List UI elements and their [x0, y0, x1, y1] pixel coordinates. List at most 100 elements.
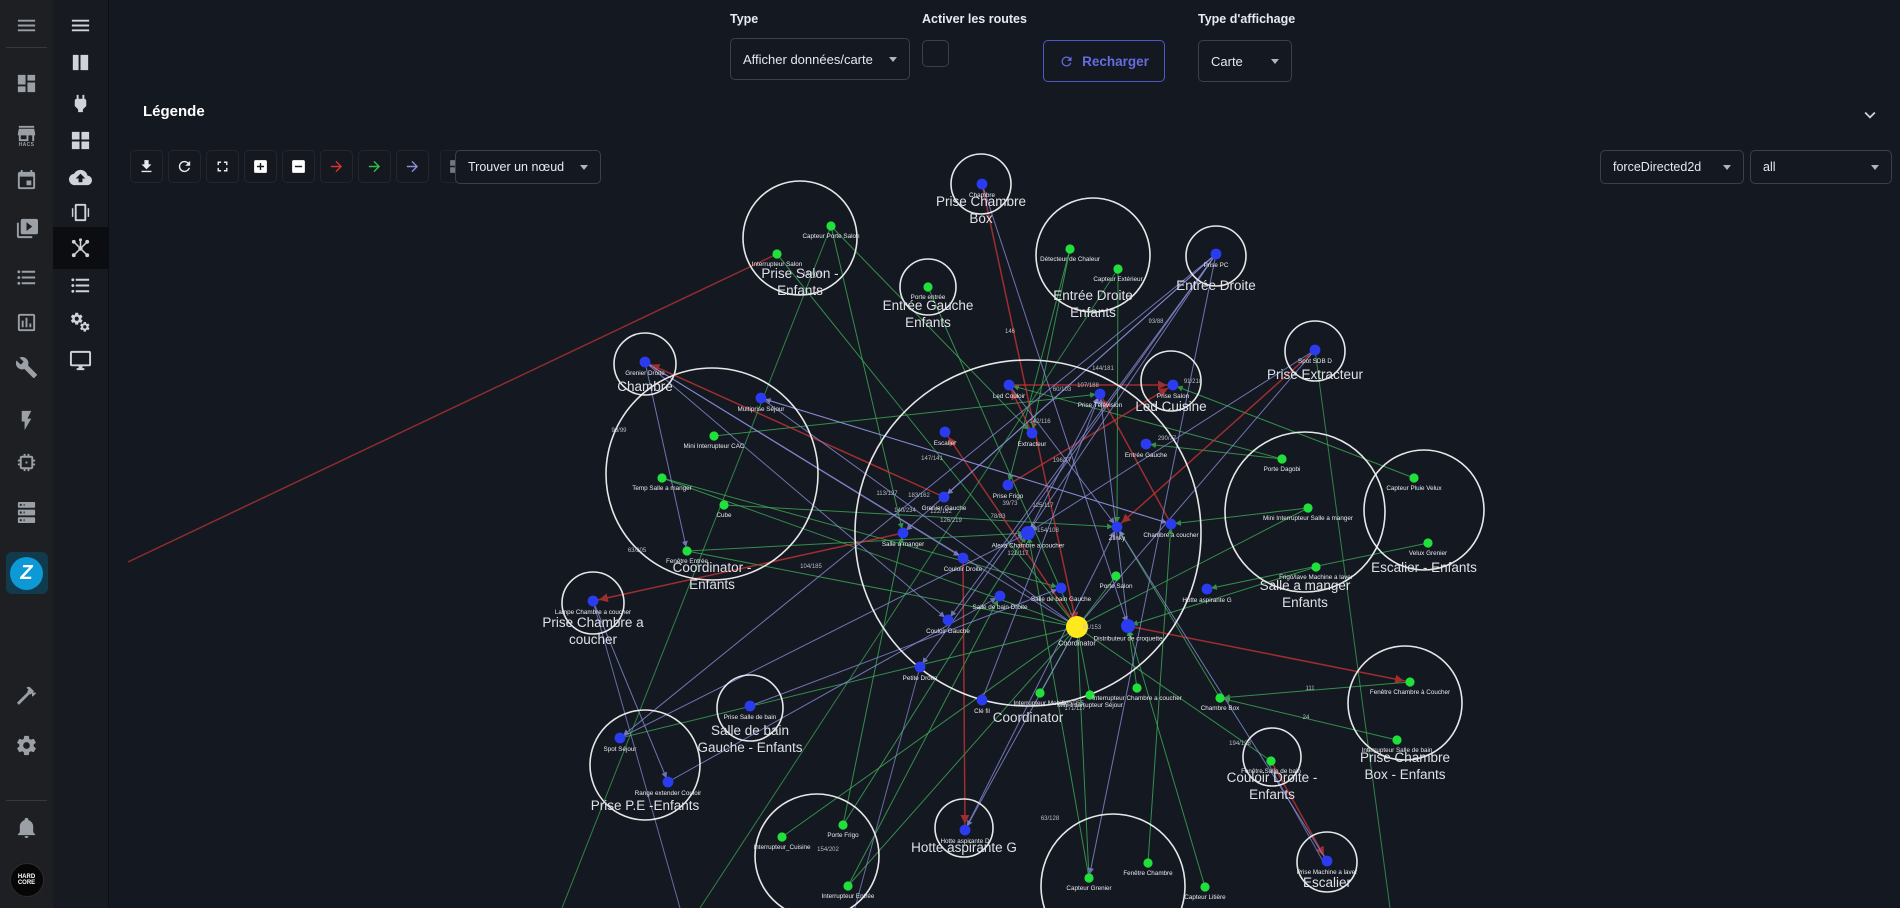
arrow-blue-button[interactable] [396, 150, 429, 183]
graph-node[interactable] [1322, 856, 1333, 867]
graph-node[interactable] [1266, 756, 1275, 765]
graph-node[interactable] [1405, 677, 1414, 686]
graph-node[interactable] [1409, 473, 1418, 482]
display-type-select[interactable]: Carte [1198, 40, 1292, 82]
graph-node[interactable] [943, 615, 954, 626]
graph-node[interactable] [588, 596, 599, 607]
graph-node[interactable] [1168, 380, 1179, 391]
graph-node[interactable] [1095, 389, 1106, 400]
graph-node[interactable] [1310, 345, 1321, 356]
graph-node[interactable] [1277, 454, 1286, 463]
type-select[interactable]: Afficher données/carte [730, 38, 910, 80]
graph-node[interactable] [1211, 249, 1222, 260]
routes-checkbox[interactable] [922, 40, 949, 67]
graph-node[interactable] [756, 393, 767, 404]
sidebar-item-memory[interactable] [7, 442, 47, 482]
graph-node[interactable] [1065, 244, 1074, 253]
sidebar-item-calendar[interactable] [7, 160, 47, 200]
panel-item-plug[interactable] [61, 83, 101, 123]
panel-item-menu[interactable] [61, 5, 101, 45]
download-button[interactable] [130, 150, 163, 183]
graph-node[interactable] [1303, 503, 1312, 512]
graph-node[interactable] [1003, 480, 1014, 491]
graph-node[interactable] [719, 500, 728, 509]
graph-node[interactable] [995, 591, 1006, 602]
panel-item-phone[interactable] [61, 192, 101, 232]
graph-node[interactable] [1084, 873, 1093, 882]
graph-node[interactable] [1111, 571, 1120, 580]
graph-node[interactable] [1200, 882, 1209, 891]
graph-node[interactable] [1215, 693, 1224, 702]
graph-node[interactable] [940, 427, 951, 438]
panel-item-grid4[interactable] [61, 120, 101, 160]
graph-node[interactable] [977, 179, 988, 190]
sidebar-item-store[interactable]: HACS [7, 113, 47, 153]
graph-node[interactable] [1021, 526, 1035, 540]
graph-node[interactable] [1423, 538, 1432, 547]
refresh-button[interactable] [168, 150, 201, 183]
network-graph-canvas[interactable]: Prise ChambreBoxPrise Salon -EnfantsEntr… [109, 0, 1900, 908]
panel-item-hub[interactable] [53, 227, 109, 269]
graph-node[interactable] [772, 249, 781, 258]
graph-node[interactable] [615, 733, 626, 744]
graph-node[interactable] [1392, 735, 1401, 744]
graph-node[interactable] [1004, 380, 1015, 391]
graph-node[interactable] [958, 553, 969, 564]
panel-item-cogs[interactable] [61, 302, 101, 342]
panel-item-listbul[interactable] [61, 265, 101, 305]
panel-item-monitor[interactable] [61, 340, 101, 380]
sidebar-item-hammer[interactable] [7, 675, 47, 715]
graph-node[interactable] [709, 431, 718, 440]
arrow-red-button[interactable] [320, 150, 353, 183]
sidebar-item-media[interactable] [7, 208, 47, 248]
sidebar-item-avatar[interactable]: HARDCORE [7, 860, 47, 900]
graph-node[interactable] [1202, 584, 1213, 595]
panel-item-cloudup[interactable] [61, 157, 101, 197]
panel-item-cols[interactable] [61, 42, 101, 82]
graph-node[interactable] [1141, 439, 1152, 450]
graph-node[interactable] [1143, 858, 1152, 867]
sidebar-item-z2m[interactable]: Z [6, 552, 48, 594]
graph-node[interactable] [1027, 428, 1038, 439]
arrow-green-button[interactable] [358, 150, 391, 183]
sidebar-item-wrench[interactable] [7, 347, 47, 387]
graph-node[interactable] [977, 695, 988, 706]
sidebar-item-bolt[interactable] [7, 400, 47, 440]
find-node-select[interactable]: Trouver un nœud [455, 150, 601, 184]
graph-node[interactable] [1112, 522, 1123, 533]
graph-node[interactable] [745, 701, 756, 712]
layout-select[interactable]: forceDirected2d [1600, 150, 1744, 184]
fullscreen-button[interactable] [206, 150, 239, 183]
zoom-out-button[interactable] [282, 150, 315, 183]
graph-node[interactable] [960, 825, 971, 836]
graph-node[interactable] [923, 282, 932, 291]
graph-node[interactable] [1056, 583, 1067, 594]
sidebar-item-server[interactable] [7, 492, 47, 532]
zoom-in-button[interactable] [244, 150, 277, 183]
graph-node[interactable] [777, 832, 786, 841]
graph-node[interactable] [843, 881, 852, 890]
sidebar-item-dashboard[interactable] [7, 63, 47, 103]
graph-node[interactable] [898, 528, 909, 539]
graph-node[interactable] [663, 777, 674, 788]
graph-node[interactable] [1035, 688, 1044, 697]
sidebar-item-menu[interactable] [7, 5, 47, 45]
graph-node[interactable] [1113, 264, 1122, 273]
graph-node[interactable] [682, 546, 691, 555]
graph-node[interactable] [1121, 619, 1135, 633]
graph-node[interactable] [640, 357, 651, 368]
reload-button[interactable]: Recharger [1043, 40, 1165, 82]
legend-collapse-button[interactable] [1859, 104, 1881, 131]
graph-node[interactable] [915, 662, 926, 673]
graph-node[interactable] [826, 221, 835, 230]
graph-node[interactable] [1132, 683, 1141, 692]
sidebar-item-listbul[interactable] [7, 257, 47, 297]
graph-node[interactable] [939, 492, 950, 503]
graph-node[interactable] [1311, 562, 1320, 571]
sidebar-item-chartbox[interactable] [7, 302, 47, 342]
graph-node[interactable] [657, 473, 666, 482]
graph-node[interactable] [1166, 519, 1177, 530]
sidebar-item-bell[interactable] [7, 807, 47, 847]
sidebar-item-cog[interactable] [7, 725, 47, 765]
graph-node[interactable] [838, 820, 847, 829]
